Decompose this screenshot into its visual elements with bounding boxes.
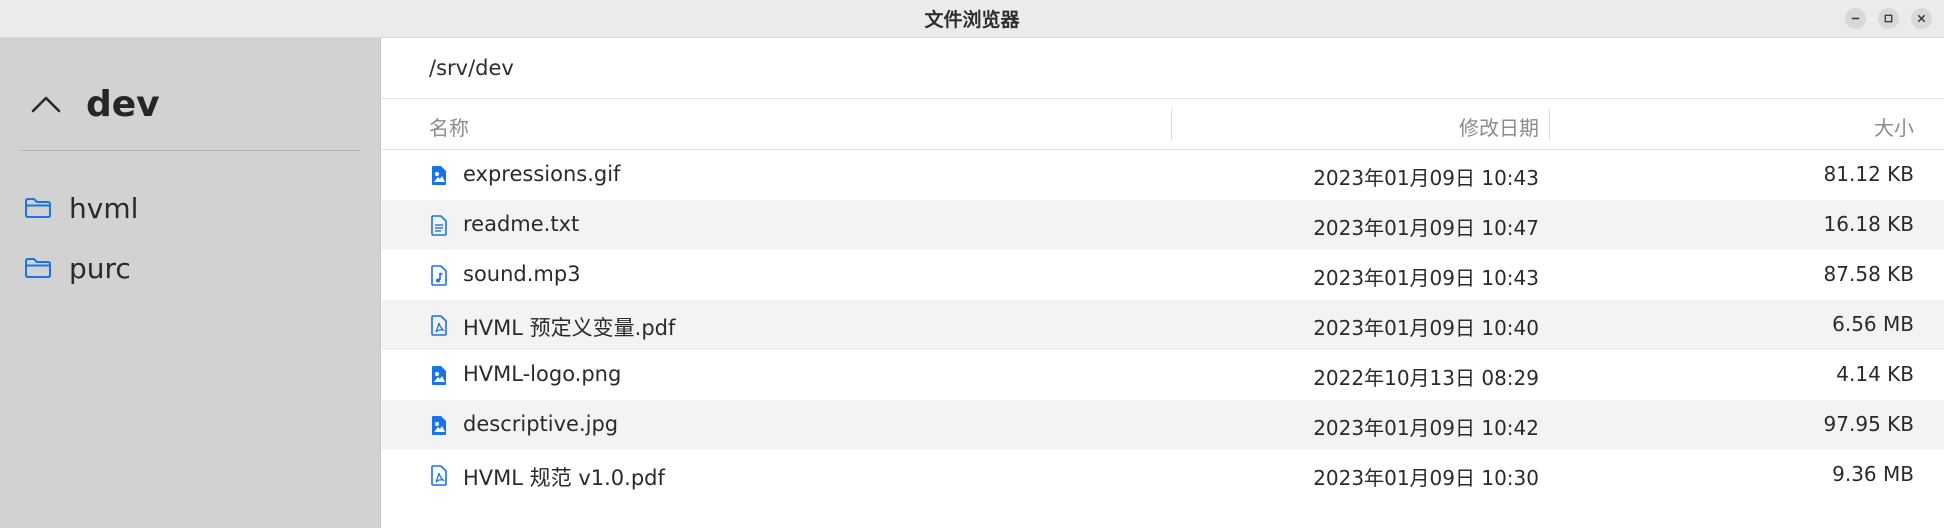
current-path: /srv/dev [429,56,514,80]
pdf-file-icon [431,465,447,486]
window-controls [1845,8,1932,29]
file-modified: 2023年01月09日 10:43 [1313,266,1539,290]
image-file-icon [432,166,446,185]
file-pane: /srv/dev 名称 修改日期 大小 expressions.gif 2023… [382,38,1944,528]
minimize-icon [1851,17,1860,20]
sidebar-header-label: dev [86,83,160,125]
file-name: HVML 预定义变量.pdf [463,316,676,340]
file-modified: 2023年01月09日 10:43 [1313,166,1539,190]
sidebar-item-purc[interactable]: purc [24,238,138,298]
text-file-icon [431,215,447,236]
audio-file-icon [431,265,447,286]
maximize-button[interactable] [1878,8,1899,29]
maximize-icon [1884,14,1893,23]
file-name: sound.mp3 [463,262,581,286]
chevron-up-icon [31,96,61,113]
file-modified: 2023年01月09日 10:40 [1313,316,1539,340]
column-header-name[interactable]: 名称 [429,112,469,141]
pdf-file-icon [431,315,447,336]
file-list: expressions.gif 2023年01月09日 10:43 81.12 … [382,150,1944,500]
column-header: 名称 修改日期 大小 [382,99,1944,150]
file-row[interactable]: HVML 规范 v1.0.pdf 2023年01月09日 10:30 9.36 … [382,450,1944,500]
file-name: descriptive.jpg [463,412,619,436]
file-size: 81.12 KB [1823,162,1914,186]
sidebar: dev hvml purc [0,38,381,528]
file-row[interactable]: expressions.gif 2023年01月09日 10:43 81.12 … [382,150,1944,200]
sidebar-divider [20,150,361,151]
sidebar-header-dev[interactable]: dev [30,78,160,130]
sidebar-item-hvml[interactable]: hvml [24,178,138,238]
minimize-button[interactable] [1845,8,1866,29]
path-bar: /srv/dev [382,38,1944,99]
column-separator[interactable] [1549,109,1550,141]
file-modified: 2022年10月13日 08:29 [1313,366,1539,390]
column-header-size[interactable]: 大小 [1874,112,1914,141]
file-name: HVML-logo.png [463,362,622,386]
file-row[interactable]: descriptive.jpg 2023年01月09日 10:42 97.95 … [382,400,1944,450]
folder-icon [25,198,51,218]
column-header-modified[interactable]: 修改日期 [1459,112,1539,141]
file-modified: 2023年01月09日 10:30 [1313,466,1539,490]
file-modified: 2023年01月09日 10:47 [1313,216,1539,240]
file-size: 97.95 KB [1823,412,1914,436]
file-size: 9.36 MB [1832,462,1914,486]
sidebar-item-label: hvml [69,191,139,225]
file-row[interactable]: readme.txt 2023年01月09日 10:47 16.18 KB [382,200,1944,250]
file-modified: 2023年01月09日 10:42 [1313,416,1539,440]
file-name: HVML 规范 v1.0.pdf [463,466,665,490]
file-size: 16.18 KB [1823,212,1914,236]
file-row[interactable]: sound.mp3 2023年01月09日 10:43 87.58 KB [382,250,1944,300]
file-size: 4.14 KB [1836,362,1914,386]
file-size: 87.58 KB [1823,262,1914,286]
close-button[interactable] [1911,8,1932,29]
sidebar-item-label: purc [69,251,131,285]
sidebar-list: hvml purc [24,178,138,298]
file-name: expressions.gif [463,162,621,186]
title-bar: 文件浏览器 [0,0,1944,38]
file-row[interactable]: HVML-logo.png 2022年10月13日 08:29 4.14 KB [382,350,1944,400]
window-title: 文件浏览器 [924,9,1020,31]
image-file-icon [432,416,446,435]
file-name: readme.txt [463,212,580,236]
file-row[interactable]: HVML 预定义变量.pdf 2023年01月09日 10:40 6.56 MB [382,300,1944,350]
close-icon [1917,14,1926,23]
column-separator[interactable] [1171,109,1172,141]
folder-icon [25,258,51,278]
file-size: 6.56 MB [1832,312,1914,336]
image-file-icon [432,366,446,385]
